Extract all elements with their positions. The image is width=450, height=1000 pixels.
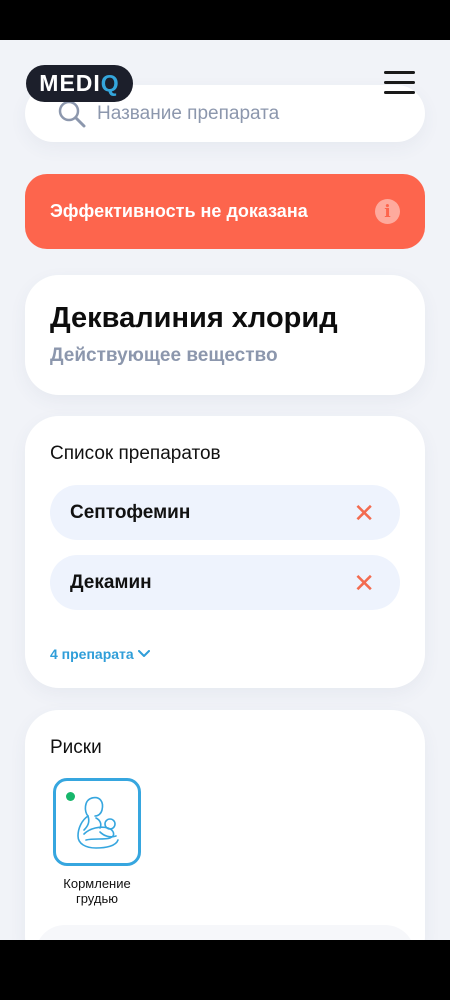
hamburger-icon-line [384,91,415,94]
drug-name: Декамин [70,571,152,593]
logo-text: MEDI [39,70,101,96]
drug-name: Септофемин [70,501,191,523]
system-navigation-bar [0,940,450,1000]
logo-q: Q [100,70,120,96]
drugs-list-title: Список препаратов [50,443,221,464]
app-screen: Название препарата MEDI Q Эффективность н… [0,40,450,940]
hamburger-icon-line [384,81,415,84]
substance-card: Деквалиния хлорид Действующее вещество [25,275,425,395]
risks-card: Риски Кормление грудью [25,710,425,940]
app-logo[interactable]: MEDI Q [26,65,133,102]
search-icon [58,100,86,127]
substance-subtitle: Действующее вещество [50,345,278,366]
risk-tile-breastfeeding[interactable] [53,778,141,866]
show-more-drugs-link[interactable]: 4 препарата [50,646,150,662]
hamburger-icon-line [384,71,415,74]
next-card-peek [35,925,415,940]
info-icon[interactable]: i [375,199,400,224]
more-label: 4 препарата [50,646,134,662]
menu-button[interactable] [384,71,415,97]
breastfeeding-icon [77,796,119,849]
drug-item[interactable]: Декамин ✕ [50,555,400,610]
remove-icon[interactable]: ✕ [353,570,375,596]
drugs-list-card: Список препаратов Септофемин ✕ Декамин ✕… [25,416,425,688]
search-placeholder: Название препарата [97,102,280,124]
risk-label: Кормление грудью [63,876,131,906]
chevron-down-icon [137,650,150,657]
risks-title: Риски [50,737,102,758]
drug-item[interactable]: Септофемин ✕ [50,485,400,540]
warning-text: Эффективность не доказана [50,201,308,221]
substance-name: Деквалиния хлорид [50,302,338,334]
efficacy-warning-banner[interactable]: Эффективность не доказана i [25,174,425,249]
remove-icon[interactable]: ✕ [353,500,375,526]
